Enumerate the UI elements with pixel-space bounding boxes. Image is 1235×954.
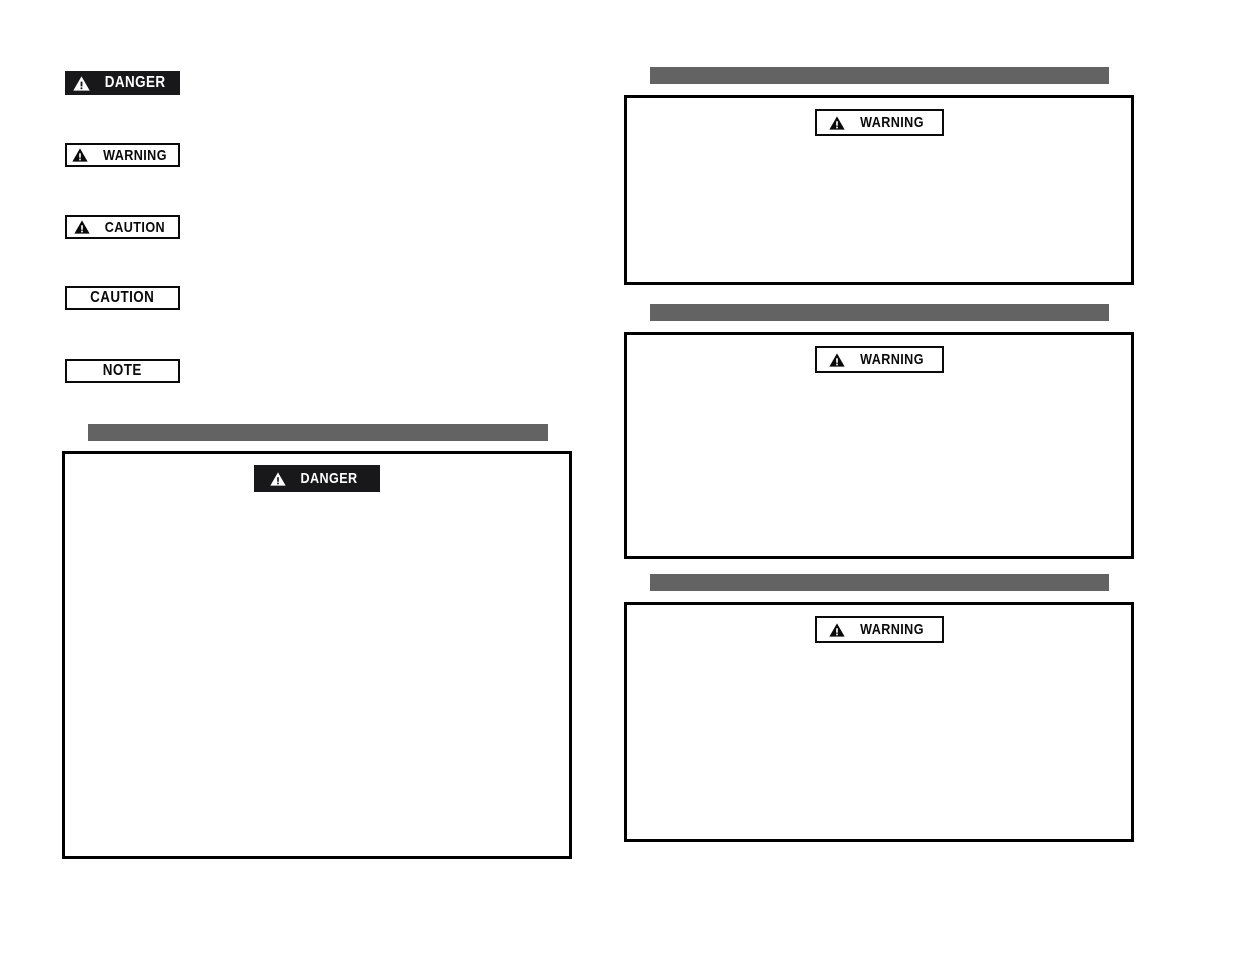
warning-triangle-icon [72,148,88,162]
box-signal-label-text: WARNING [859,351,924,368]
warning-triangle-icon [828,115,845,130]
warning-box-1-body [627,146,1131,282]
box-signal-label-text: WARNING [859,114,924,131]
box-signal-label-text: WARNING [859,621,924,638]
section-header-bar-right-2 [650,304,1109,321]
warning-content-box-2: WARNING [624,332,1134,559]
warning-box-2-body [627,383,1131,556]
danger-content-box: DANGER [62,451,572,859]
warning-content-box-3: WARNING [624,602,1134,842]
signal-label-caution-with-icon: CAUTION [65,215,180,239]
section-header-bar-right-1 [650,67,1109,84]
signal-label-text: WARNING [103,146,167,164]
signal-label-text: CAUTION [90,289,155,306]
warning-triangle-icon [828,622,845,637]
warning-triangle-icon [270,471,287,486]
section-header-bar-left [88,424,548,441]
warning-triangle-icon [828,352,845,367]
warning-triangle-icon [73,75,91,91]
signal-label-caution-plain: CAUTION [65,286,180,310]
danger-box-body [65,502,569,856]
signal-label-text: CAUTION [104,218,166,236]
warning-content-box-1: WARNING [624,95,1134,285]
signal-label-text: NOTE [102,362,143,379]
box-signal-label-warning: WARNING [814,109,944,136]
warning-box-3-body [627,653,1131,839]
box-signal-label-danger: DANGER [254,465,380,492]
signal-label-text: DANGER [105,74,166,91]
safety-label-reference-page: DANGER WARNING CAUTION CAUTION NOTE DANG… [0,0,1235,954]
signal-label-danger: DANGER [65,71,180,95]
warning-triangle-icon [74,220,90,234]
box-signal-label-warning: WARNING [814,346,944,373]
signal-label-note: NOTE [65,359,180,383]
box-signal-label-text: DANGER [300,470,359,487]
box-signal-label-warning: WARNING [814,616,944,643]
section-header-bar-right-3 [650,574,1109,591]
signal-label-warning: WARNING [65,143,180,167]
